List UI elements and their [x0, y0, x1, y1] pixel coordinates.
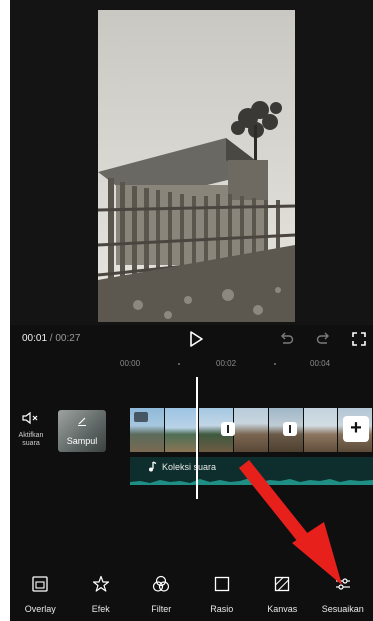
bottom-toolbar: Overlay Efek Filter Rasio Kanvas Sesuaik… [10, 565, 373, 621]
video-preview-frame[interactable] [98, 10, 295, 322]
tool-overlay[interactable]: Overlay [10, 565, 71, 621]
playback-controls: 00:01 / 00:27 [10, 325, 373, 353]
ratio-icon [214, 576, 229, 592]
cover-button[interactable]: Sampul [58, 410, 106, 452]
total-time: 00:27 [55, 333, 81, 344]
tool-canvas[interactable]: Kanvas [252, 565, 313, 621]
audio-waveform [130, 478, 373, 485]
undo-icon[interactable] [278, 331, 294, 347]
video-preview-area [10, 0, 373, 325]
play-icon[interactable] [188, 331, 204, 347]
speaker-mute-icon [22, 411, 38, 425]
cover-label: Sampul [66, 436, 98, 446]
transition-button[interactable] [221, 422, 235, 436]
tool-adjust[interactable]: Sesuaikan [313, 565, 373, 621]
canvas-icon [275, 576, 290, 592]
timeline-panel[interactable]: 00:00 00:02 00:04 Aktifkan suara Sampul [10, 353, 373, 553]
clip-volume-icon [134, 412, 148, 422]
tool-label: Filter [151, 604, 172, 614]
redo-icon[interactable] [316, 331, 332, 347]
transition-button[interactable] [283, 422, 297, 436]
tool-effects[interactable]: Efek [71, 565, 132, 621]
tool-label: Overlay [24, 604, 56, 614]
tool-label: Kanvas [267, 604, 298, 614]
mute-label: Aktifkan suara [18, 432, 44, 447]
ruler-mark: 00:04 [310, 359, 331, 368]
ruler-mark: 00:00 [120, 359, 141, 368]
add-clip-button[interactable]: + [343, 416, 369, 442]
clip-thumbnail [234, 408, 269, 452]
mute-audio-button[interactable]: Aktifkan suara [10, 411, 52, 451]
pencil-icon [78, 417, 86, 426]
effects-icon [92, 575, 109, 592]
ruler-mark: 00:02 [216, 359, 237, 368]
clip-thumbnail [303, 408, 339, 452]
preview-image [98, 10, 295, 322]
video-clip-track[interactable] [130, 408, 373, 452]
clip-thumbnail [130, 408, 165, 452]
ruler-dot [178, 363, 180, 365]
tool-label: Sesuaikan [321, 604, 364, 614]
ruler-dot [274, 363, 276, 365]
tool-label: Efek [91, 604, 110, 614]
adjust-icon [335, 578, 350, 590]
overlay-icon [32, 576, 48, 592]
clip-thumbnail [164, 408, 200, 452]
app-screen: 00:01 / 00:27 00:00 00:02 00:04 Aktifkan… [10, 0, 373, 621]
audio-track[interactable]: Koleksi suara [130, 457, 373, 485]
current-time: 00:01 [22, 333, 48, 344]
time-display: 00:01 / 00:27 [22, 333, 80, 344]
filter-icon [153, 575, 170, 592]
tool-filter[interactable]: Filter [131, 565, 192, 621]
playhead[interactable] [196, 377, 198, 499]
music-note-icon [149, 461, 157, 472]
tool-ratio[interactable]: Rasio [192, 565, 253, 621]
fullscreen-icon[interactable] [351, 331, 367, 347]
audio-label: Koleksi suara [162, 462, 217, 472]
tool-label: Rasio [210, 604, 234, 614]
